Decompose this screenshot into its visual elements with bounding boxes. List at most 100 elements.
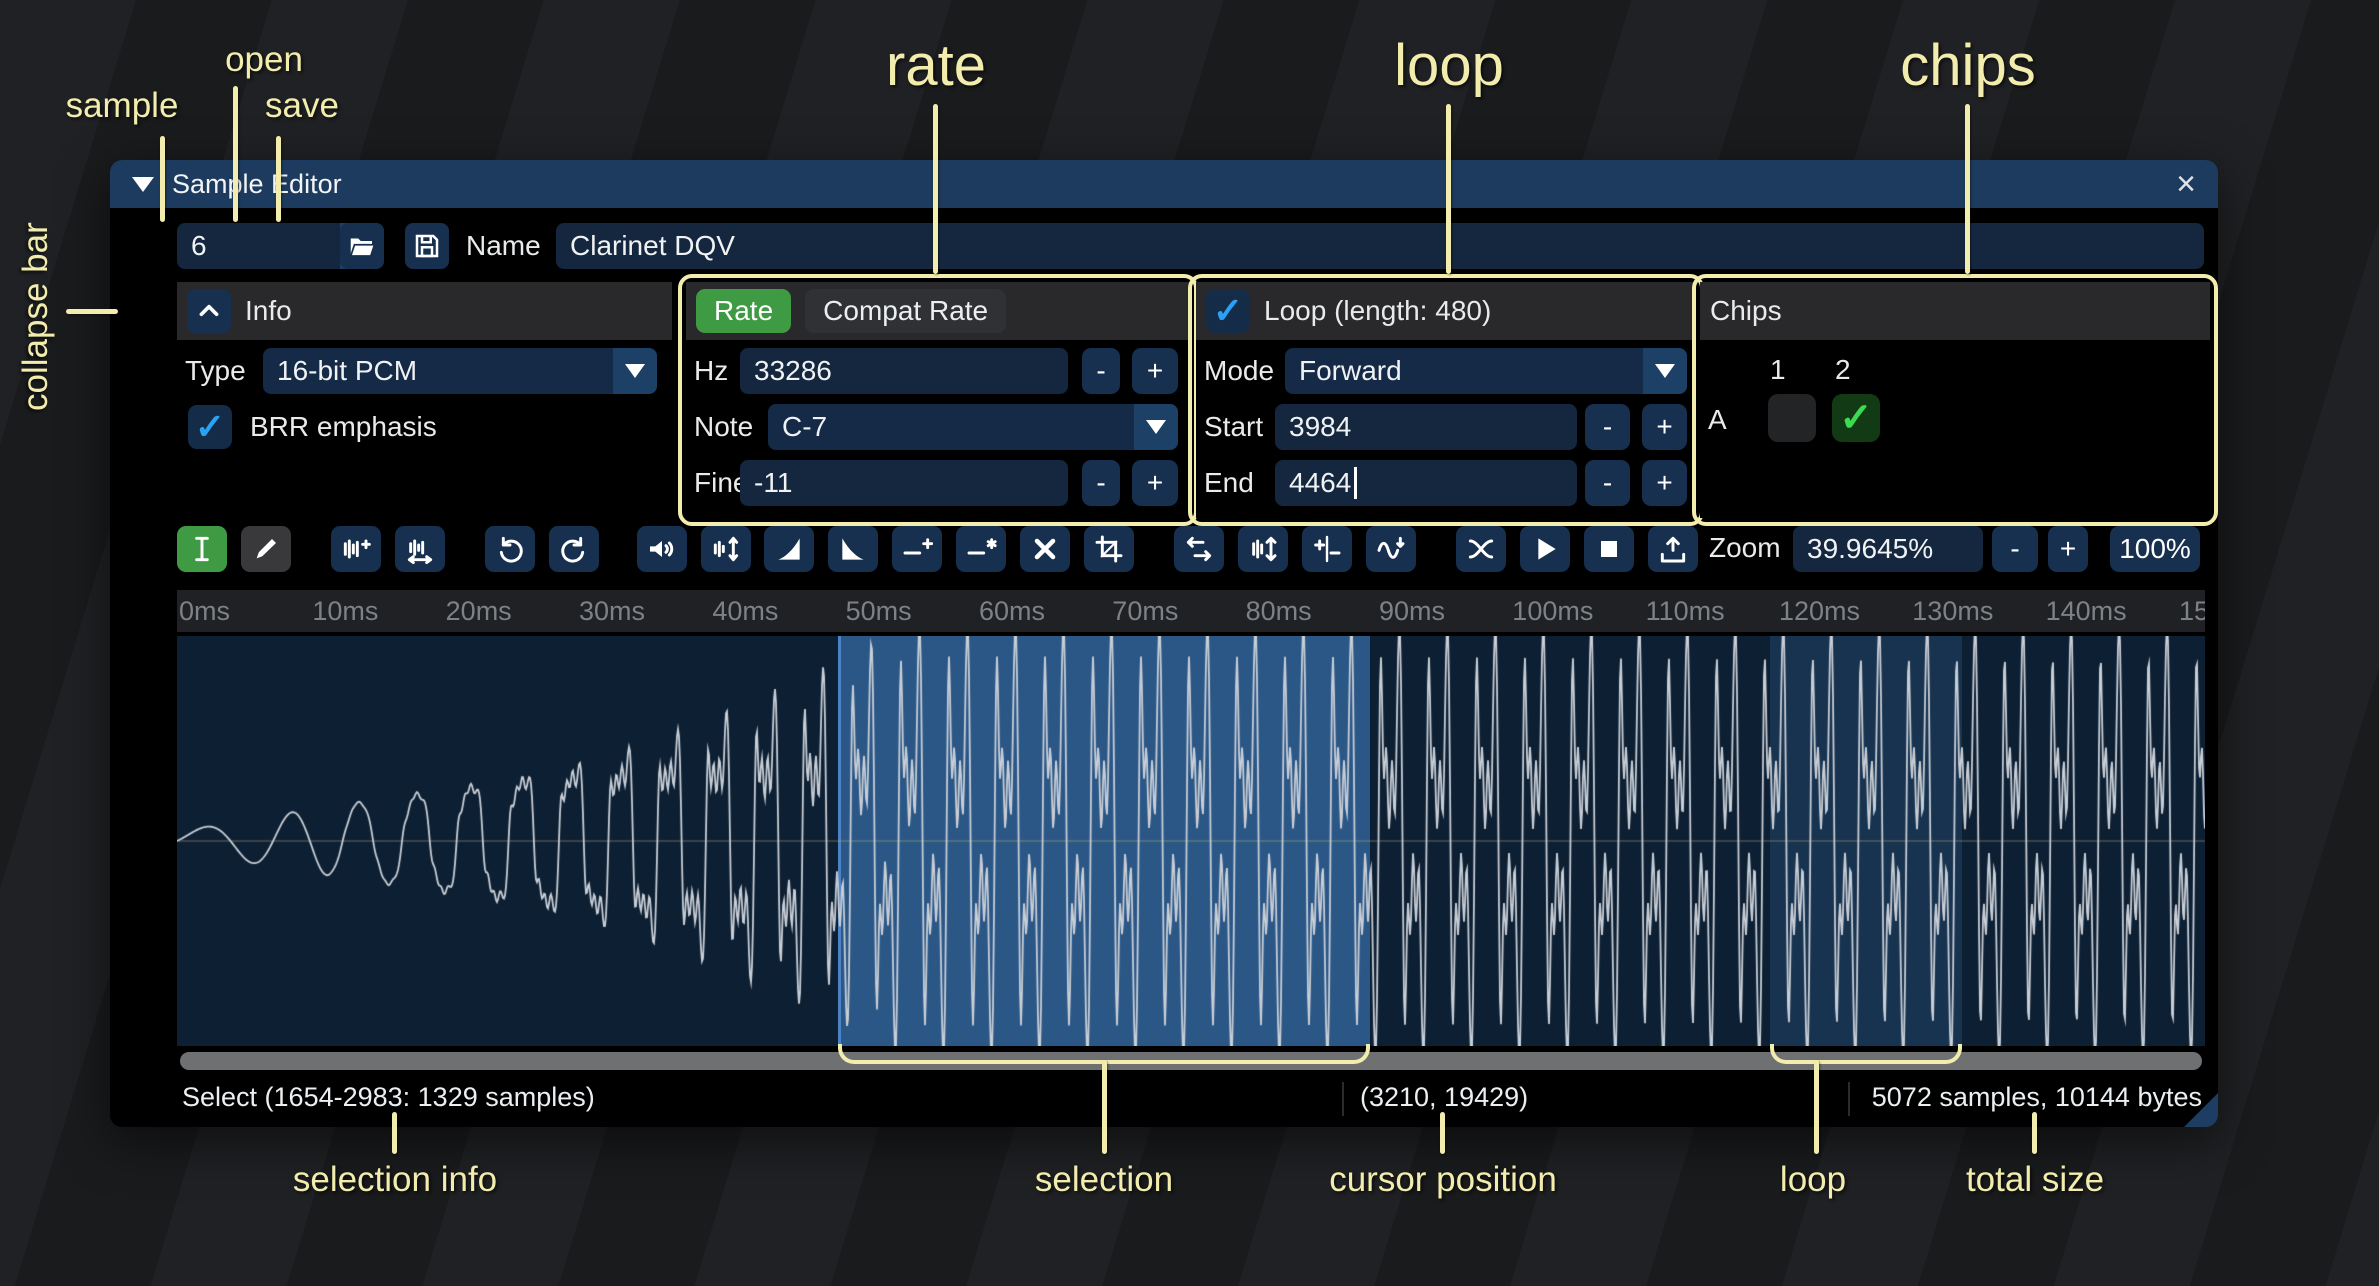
type-dropdown-arrow[interactable] <box>613 348 657 394</box>
hz-plus-button[interactable]: + <box>1132 348 1178 394</box>
window-titlebar[interactable]: Sample Editor × <box>110 160 2218 208</box>
sample-type-dropdown[interactable]: 16-bit PCM <box>263 348 657 394</box>
waveform-display[interactable] <box>177 636 2205 1046</box>
open-sample-button[interactable] <box>340 223 384 269</box>
zoom-in-button[interactable]: + <box>2048 526 2088 572</box>
close-icon[interactable]: × <box>2176 167 2196 201</box>
window-collapse-icon[interactable] <box>132 177 154 192</box>
undo-icon <box>494 533 526 565</box>
resize-button[interactable] <box>331 526 381 572</box>
callout-line-loop <box>1446 104 1451 274</box>
note-dropdown[interactable]: C-7 <box>768 404 1178 450</box>
annotation-rate: rate <box>886 32 986 99</box>
insert-silence-button[interactable] <box>892 526 942 572</box>
invert-icon <box>1247 533 1279 565</box>
sample-number-value: 6 <box>191 230 207 262</box>
trim-button[interactable] <box>1084 526 1134 572</box>
status-separator <box>1342 1082 1344 1116</box>
hz-value: 33286 <box>754 355 832 387</box>
loop-end-plus-button[interactable]: + <box>1642 460 1687 506</box>
callout-line-chips <box>1965 104 1970 274</box>
info-panel-title: Info <box>245 295 292 327</box>
invert-button[interactable] <box>1238 526 1288 572</box>
crossfade-button[interactable] <box>1456 526 1506 572</box>
chips-panel: Chips 1 2 A ✓ <box>1700 282 2210 518</box>
create-instrument-button[interactable] <box>1648 526 1698 572</box>
stop-preview-icon <box>1593 533 1625 565</box>
loop-mode-dropdown-arrow[interactable] <box>1643 348 1687 394</box>
check-icon: ✓ <box>195 409 225 445</box>
brr-emphasis-checkbox[interactable]: ✓ <box>188 405 232 449</box>
undo-button[interactable] <box>485 526 535 572</box>
loop-start-input[interactable]: 3984 <box>1275 404 1577 450</box>
select-mode-button[interactable] <box>177 526 227 572</box>
apply-filter-button[interactable] <box>1366 526 1416 572</box>
note-dropdown-arrow[interactable] <box>1134 404 1178 450</box>
stop-preview-button[interactable] <box>1584 526 1634 572</box>
callout-line-total-size <box>2032 1112 2037 1154</box>
annotation-open: open <box>225 40 303 80</box>
fine-input[interactable]: -11 <box>740 460 1068 506</box>
trim-icon <box>1093 533 1125 565</box>
sample-name-value: Clarinet DQV <box>570 230 735 262</box>
apply-silence-button[interactable] <box>956 526 1006 572</box>
preview-button[interactable] <box>1520 526 1570 572</box>
hz-input[interactable]: 33286 <box>740 348 1068 394</box>
redo-button[interactable] <box>549 526 599 572</box>
callout-bracket-loop <box>1770 1044 1962 1064</box>
signed-unsigned-button[interactable] <box>1302 526 1352 572</box>
fade-in-button[interactable] <box>764 526 814 572</box>
callout-line-save <box>276 136 281 222</box>
loop-end-minus-button[interactable]: - <box>1585 460 1630 506</box>
sample-type-value: 16-bit PCM <box>277 355 417 387</box>
waveform-canvas <box>177 636 2205 1046</box>
loop-end-input[interactable]: 4464 <box>1275 460 1577 506</box>
annotation-selection-info: selection info <box>293 1160 497 1200</box>
create-instrument-icon <box>1657 533 1689 565</box>
amplify-button[interactable] <box>637 526 687 572</box>
resample-icon <box>404 533 436 565</box>
fade-out-button[interactable] <box>828 526 878 572</box>
fine-minus-button[interactable]: - <box>1082 460 1120 506</box>
zoom-reset-button[interactable]: 100% <box>2110 526 2200 572</box>
brr-emphasis-label: BRR emphasis <box>250 411 437 443</box>
loop-start-plus-button[interactable]: + <box>1642 404 1687 450</box>
loop-enable-checkbox[interactable]: ✓ <box>1206 289 1250 333</box>
amplify-icon <box>646 533 678 565</box>
zoom-input[interactable]: 39.9645% <box>1793 526 1983 572</box>
folder-open-icon <box>347 231 377 261</box>
tab-rate[interactable]: Rate <box>696 289 791 333</box>
chip-1-checkbox[interactable] <box>1768 394 1816 442</box>
draw-mode-button[interactable] <box>241 526 291 572</box>
preview-icon <box>1529 533 1561 565</box>
ruler-tick-label: 50ms <box>846 596 912 627</box>
hz-label: Hz <box>694 348 728 394</box>
time-ruler[interactable]: 0ms10ms20ms30ms40ms50ms60ms70ms80ms90ms1… <box>177 590 2205 632</box>
check-icon: ✓ <box>1839 395 1873 441</box>
reverse-button[interactable] <box>1174 526 1224 572</box>
fine-plus-button[interactable]: + <box>1132 460 1178 506</box>
loop-start-minus-button[interactable]: - <box>1585 404 1630 450</box>
window-resize-grip[interactable] <box>2184 1093 2218 1127</box>
collapse-panel-button[interactable] <box>187 289 231 333</box>
delete-button[interactable] <box>1020 526 1070 572</box>
resample-button[interactable] <box>395 526 445 572</box>
hz-minus-button[interactable]: - <box>1082 348 1120 394</box>
loop-panel-header: ✓ Loop (length: 480) <box>1196 282 1696 340</box>
sample-name-input[interactable]: Clarinet DQV <box>556 223 2204 269</box>
chip-2-checkbox[interactable]: ✓ <box>1832 394 1880 442</box>
delete-icon <box>1029 533 1061 565</box>
zoom-value: 39.9645% <box>1807 533 1933 565</box>
save-sample-button[interactable] <box>405 223 449 269</box>
tab-compat-rate[interactable]: Compat Rate <box>805 289 1006 333</box>
note-label: Note <box>694 404 753 450</box>
ruler-tick-label: 120ms <box>1779 596 1860 627</box>
ruler-tick-label: 130ms <box>1912 596 1993 627</box>
fade-out-icon <box>837 533 869 565</box>
normalize-button[interactable] <box>701 526 751 572</box>
callout-line-cursor-position <box>1440 1112 1445 1154</box>
zoom-out-button[interactable]: - <box>1992 526 2038 572</box>
type-label: Type <box>185 348 246 394</box>
loop-mode-dropdown[interactable]: Forward <box>1285 348 1687 394</box>
reverse-icon <box>1183 533 1215 565</box>
